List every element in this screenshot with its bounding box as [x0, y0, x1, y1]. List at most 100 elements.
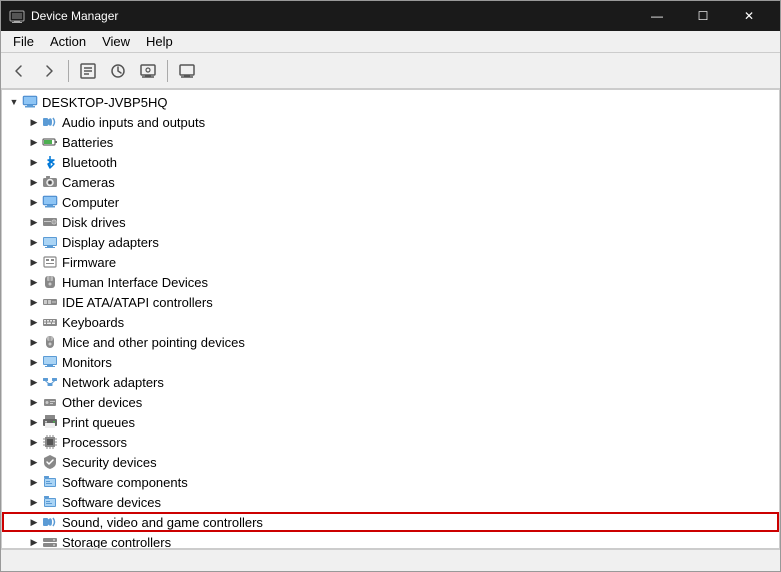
- tree-item-disk-drives[interactable]: Disk drives: [2, 212, 779, 232]
- cameras-icon: [42, 174, 58, 190]
- title-bar: Device Manager — ☐ ✕: [1, 1, 780, 31]
- menu-view[interactable]: View: [94, 32, 138, 51]
- device-tree[interactable]: DESKTOP-JVBP5HQ Audio inputs and outputs: [1, 89, 780, 549]
- disk-drives-arrow[interactable]: [26, 214, 42, 230]
- mice-icon: [42, 334, 58, 350]
- tree-item-batteries[interactable]: Batteries: [2, 132, 779, 152]
- ide-icon: [42, 294, 58, 310]
- menu-file[interactable]: File: [5, 32, 42, 51]
- tree-item-security[interactable]: Security devices: [2, 452, 779, 472]
- hid-label: Human Interface Devices: [62, 275, 208, 290]
- tree-item-print[interactable]: Print queues: [2, 412, 779, 432]
- storage-arrow[interactable]: [26, 534, 42, 549]
- network-arrow[interactable]: [26, 374, 42, 390]
- cameras-arrow[interactable]: [26, 174, 42, 190]
- tree-item-ide[interactable]: IDE ATA/ATAPI controllers: [2, 292, 779, 312]
- root-expand-arrow[interactable]: [6, 94, 22, 110]
- computer-label: Computer: [62, 195, 119, 210]
- mice-label: Mice and other pointing devices: [62, 335, 245, 350]
- firmware-arrow[interactable]: [26, 254, 42, 270]
- hid-icon: [42, 274, 58, 290]
- tree-item-display-adapters[interactable]: Display adapters: [2, 232, 779, 252]
- window-icon: [9, 8, 25, 24]
- tree-item-storage[interactable]: Storage controllers: [2, 532, 779, 549]
- batteries-arrow[interactable]: [26, 134, 42, 150]
- software-devices-arrow[interactable]: [26, 494, 42, 510]
- audio-arrow[interactable]: [26, 114, 42, 130]
- processors-icon: [42, 434, 58, 450]
- tree-item-processors[interactable]: Processors: [2, 432, 779, 452]
- keyboards-arrow[interactable]: [26, 314, 42, 330]
- tree-item-mice[interactable]: Mice and other pointing devices: [2, 332, 779, 352]
- print-arrow[interactable]: [26, 414, 42, 430]
- keyboards-label: Keyboards: [62, 315, 124, 330]
- software-devices-label: Software devices: [62, 495, 161, 510]
- title-bar-controls: — ☐ ✕: [634, 1, 772, 31]
- tree-item-firmware[interactable]: Firmware: [2, 252, 779, 272]
- tree-item-other-devices[interactable]: Other devices: [2, 392, 779, 412]
- bluetooth-icon: [42, 154, 58, 170]
- tree-item-bluetooth[interactable]: Bluetooth: [2, 152, 779, 172]
- other-devices-icon: [42, 394, 58, 410]
- network-icon: [42, 374, 58, 390]
- software-components-label: Software components: [62, 475, 188, 490]
- processors-label: Processors: [62, 435, 127, 450]
- computer-icon: [22, 94, 38, 110]
- tree-root[interactable]: DESKTOP-JVBP5HQ: [2, 92, 779, 112]
- tree-item-keyboards[interactable]: Keyboards: [2, 312, 779, 332]
- tree-item-audio[interactable]: Audio inputs and outputs: [2, 112, 779, 132]
- toolbar: [1, 53, 780, 89]
- tree-item-monitors[interactable]: Monitors: [2, 352, 779, 372]
- processors-arrow[interactable]: [26, 434, 42, 450]
- keyboards-icon: [42, 314, 58, 330]
- tree-item-sound[interactable]: Sound, video and game controllers: [2, 512, 779, 532]
- sound-arrow[interactable]: [26, 514, 42, 530]
- storage-label: Storage controllers: [62, 535, 171, 550]
- ide-arrow[interactable]: [26, 294, 42, 310]
- cameras-label: Cameras: [62, 175, 115, 190]
- tree-item-network[interactable]: Network adapters: [2, 372, 779, 392]
- minimize-button[interactable]: —: [634, 1, 680, 31]
- bluetooth-arrow[interactable]: [26, 154, 42, 170]
- security-icon: [42, 454, 58, 470]
- bluetooth-label: Bluetooth: [62, 155, 117, 170]
- close-button[interactable]: ✕: [726, 1, 772, 31]
- mice-arrow[interactable]: [26, 334, 42, 350]
- tree-item-computer[interactable]: Computer: [2, 192, 779, 212]
- firmware-label: Firmware: [62, 255, 116, 270]
- properties-button[interactable]: [74, 57, 102, 85]
- maximize-button[interactable]: ☐: [680, 1, 726, 31]
- network-label: Network adapters: [62, 375, 164, 390]
- tree-item-software-components[interactable]: Software components: [2, 472, 779, 492]
- help-button[interactable]: [173, 57, 201, 85]
- software-components-arrow[interactable]: [26, 474, 42, 490]
- display-adapters-icon: [42, 234, 58, 250]
- tree-item-hid[interactable]: Human Interface Devices: [2, 272, 779, 292]
- disk-drives-label: Disk drives: [62, 215, 126, 230]
- status-bar: [1, 549, 780, 571]
- toolbar-separator-2: [167, 60, 168, 82]
- software-devices-icon: [42, 494, 58, 510]
- tree-item-software-devices[interactable]: Software devices: [2, 492, 779, 512]
- window-title: Device Manager: [31, 9, 118, 23]
- tree-item-cameras[interactable]: Cameras: [2, 172, 779, 192]
- security-arrow[interactable]: [26, 454, 42, 470]
- other-devices-arrow[interactable]: [26, 394, 42, 410]
- print-icon: [42, 414, 58, 430]
- monitors-icon: [42, 354, 58, 370]
- computer-arrow[interactable]: [26, 194, 42, 210]
- monitors-arrow[interactable]: [26, 354, 42, 370]
- menu-help[interactable]: Help: [138, 32, 181, 51]
- sound-icon: [42, 514, 58, 530]
- batteries-label: Batteries: [62, 135, 113, 150]
- back-button[interactable]: [5, 57, 33, 85]
- computer-sub-icon: [42, 194, 58, 210]
- display-adapters-label: Display adapters: [62, 235, 159, 250]
- menu-action[interactable]: Action: [42, 32, 94, 51]
- hid-arrow[interactable]: [26, 274, 42, 290]
- update-driver-button[interactable]: [104, 57, 132, 85]
- forward-button[interactable]: [35, 57, 63, 85]
- scan-button[interactable]: [134, 57, 162, 85]
- menu-bar: File Action View Help: [1, 31, 780, 53]
- display-adapters-arrow[interactable]: [26, 234, 42, 250]
